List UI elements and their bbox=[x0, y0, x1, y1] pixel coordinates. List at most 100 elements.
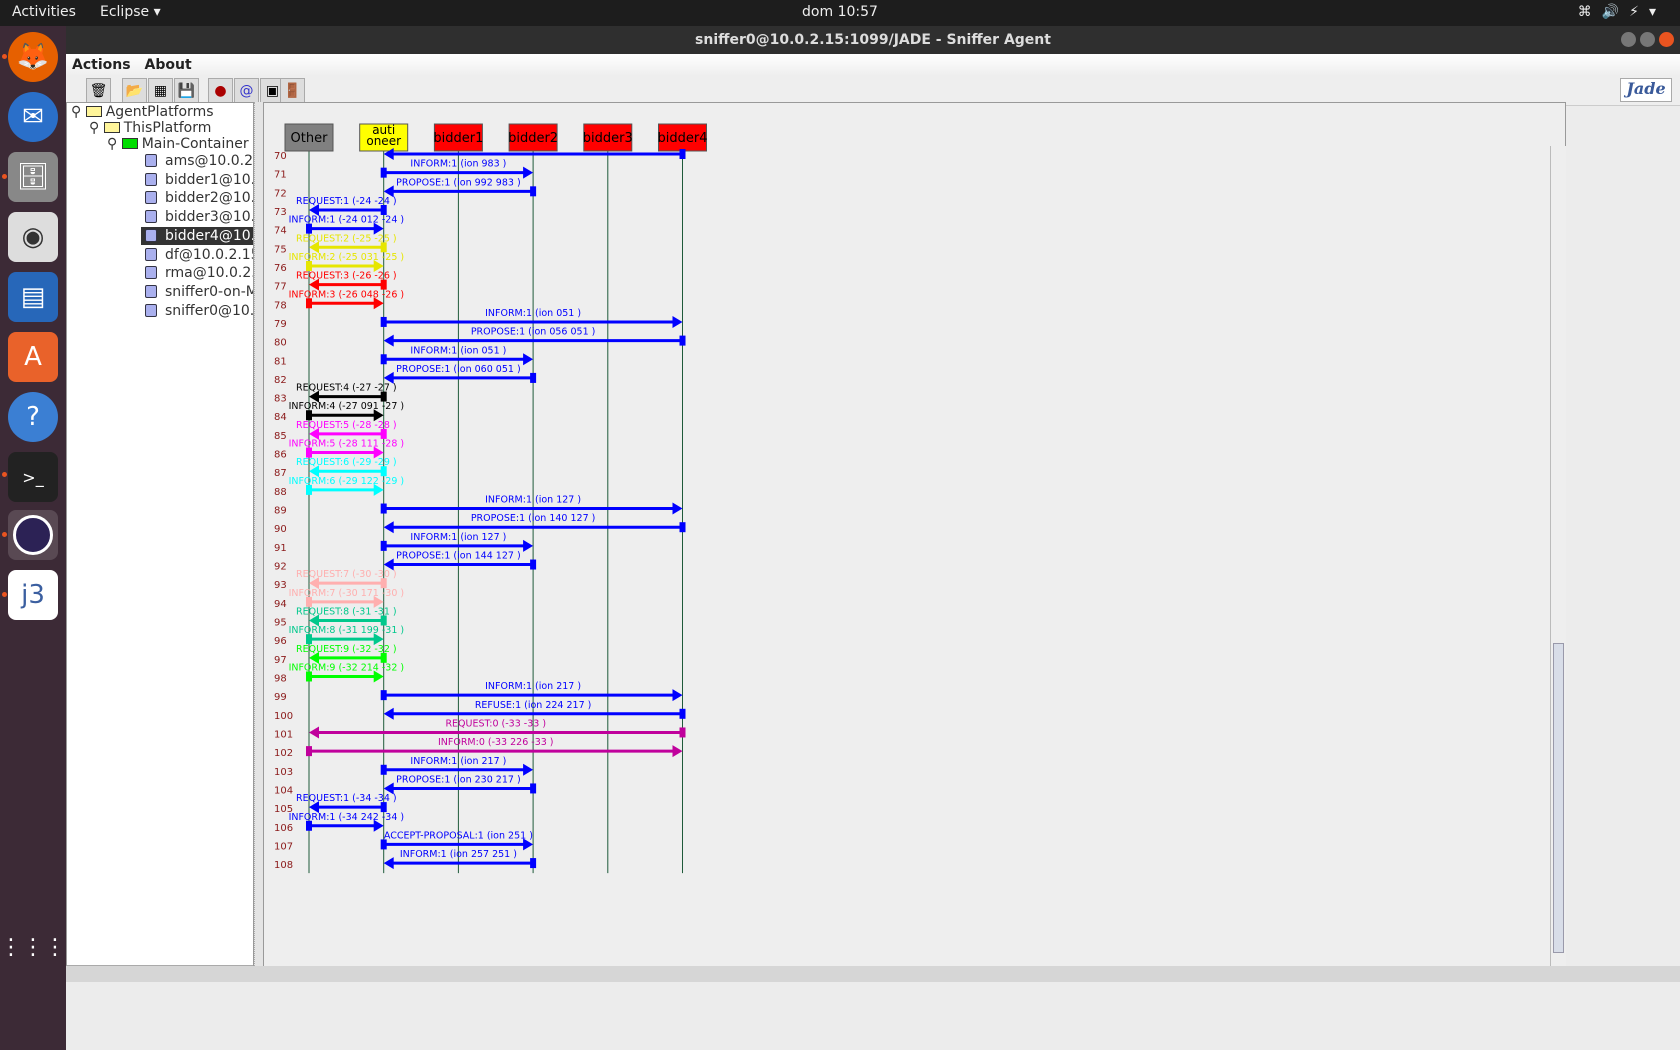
help-icon[interactable]: ? bbox=[8, 392, 58, 442]
message-label[interactable]: INFORM:7 (-30 171 -30 ) bbox=[289, 588, 405, 599]
app-menu[interactable]: Eclipse ▾ bbox=[100, 4, 161, 20]
rhythmbox-icon[interactable]: ◉ bbox=[8, 212, 58, 262]
show-apps-icon[interactable]: ⋮⋮⋮ bbox=[0, 922, 66, 972]
minimize-button[interactable] bbox=[1621, 32, 1636, 47]
software-icon[interactable]: A bbox=[8, 332, 58, 382]
clear-canvas-icon[interactable]: 🗑 bbox=[86, 78, 111, 103]
message-label[interactable]: INFORM:3 (-26 048 -26 ) bbox=[289, 289, 405, 300]
arrowhead-icon bbox=[383, 857, 394, 870]
message-label[interactable]: INFORM:1 (ion 257 251 ) bbox=[400, 849, 517, 860]
message-label[interactable]: INFORM:1 (-24 012 -24 ) bbox=[289, 215, 405, 226]
save-icon[interactable]: 💾 bbox=[174, 78, 199, 103]
arrowhead-icon bbox=[672, 689, 683, 702]
message-number: 88 bbox=[274, 487, 287, 498]
message-label[interactable]: INFORM:1 (ion 983 ) bbox=[410, 159, 506, 170]
message-number: 95 bbox=[274, 618, 287, 629]
message-label[interactable]: INFORM:1 (ion 217 ) bbox=[410, 756, 506, 767]
message-label[interactable]: PROPOSE:1 (ion 060 051 ) bbox=[396, 364, 521, 375]
tree-agent-item[interactable]: bidder4@10.0 bbox=[141, 226, 253, 245]
firefox-icon[interactable]: 🦊 bbox=[8, 32, 58, 82]
message-label[interactable]: INFORM:0 (-33 226 -33 ) bbox=[438, 737, 554, 748]
activities-button[interactable]: Activities bbox=[12, 4, 76, 20]
writer-icon[interactable]: ▤ bbox=[8, 272, 58, 322]
message-label[interactable]: INFORM:4 (-27 091 -27 ) bbox=[289, 401, 405, 412]
message-sender-mark bbox=[530, 559, 537, 570]
write-messages-icon[interactable]: ▦ bbox=[148, 78, 173, 103]
thunderbird-icon[interactable]: ✉ bbox=[8, 92, 58, 142]
tree-node-container[interactable]: ⚲ Main-Container bbox=[107, 135, 249, 153]
message-label[interactable]: REQUEST:3 (-26 -26 ) bbox=[296, 271, 397, 282]
message-number: 108 bbox=[274, 860, 293, 871]
message-label[interactable]: INFORM:1 (ion 051 ) bbox=[485, 308, 581, 319]
message-number: 71 bbox=[274, 170, 287, 181]
message-label[interactable]: PROPOSE:1 (ion 056 051 ) bbox=[471, 327, 596, 338]
message-label[interactable]: INFORM:8 (-31 199 -31 ) bbox=[289, 625, 405, 636]
message-label[interactable]: REFUSE:1 (ion 224 217 ) bbox=[475, 700, 592, 711]
message-label[interactable]: PROPOSE:1 (ion 144 127 ) bbox=[396, 551, 521, 562]
message-label[interactable]: REQUEST:9 (-32 -32 ) bbox=[296, 644, 397, 655]
message-label[interactable]: INFORM:1 (-34 242 -34 ) bbox=[289, 812, 405, 823]
tree-agent-item[interactable]: ams@10.0.2.1 bbox=[141, 152, 253, 170]
top-bar: Activities Eclipse ▾ dom 10:57 ⌘🔊⚡▾ bbox=[0, 0, 1680, 26]
do-not-sniff-icon[interactable]: @ bbox=[234, 78, 259, 103]
message-label[interactable]: REQUEST:0 (-33 -33 ) bbox=[445, 718, 546, 729]
message-label[interactable]: PROPOSE:1 (ion 230 217 ) bbox=[396, 774, 521, 785]
message-label[interactable]: INFORM:1 (ion 051 ) bbox=[410, 345, 506, 356]
close-button[interactable] bbox=[1659, 32, 1674, 47]
message-label[interactable]: PROPOSE:1 (ion 992 983 ) bbox=[396, 177, 521, 188]
diagram-vertical-scrollbar[interactable] bbox=[1550, 146, 1566, 980]
message-label[interactable]: INFORM:1 (ion 217 ) bbox=[485, 681, 581, 692]
exit-icon[interactable]: 🚪 bbox=[280, 78, 305, 103]
clock[interactable]: dom 10:57 bbox=[0, 4, 1680, 20]
arrowhead-icon bbox=[383, 521, 394, 534]
system-tray-icons[interactable]: ⌘🔊⚡▾ bbox=[1578, 4, 1666, 20]
maximize-button[interactable] bbox=[1640, 32, 1655, 47]
message-label[interactable]: ACCEPT-PROPOSAL:1 (ion 251 ) bbox=[384, 830, 533, 841]
menu-actions[interactable]: Actions bbox=[72, 57, 131, 73]
tree-agent-item[interactable]: sniffer0@10.0 bbox=[141, 302, 253, 320]
terminal-icon[interactable]: >_ bbox=[8, 452, 58, 502]
message-label[interactable]: REQUEST:4 (-27 -27 ) bbox=[296, 383, 397, 394]
message-label[interactable]: PROPOSE:1 (ion 140 127 ) bbox=[471, 513, 596, 524]
tree-agent-item[interactable]: rma@10.0.2.1 bbox=[141, 264, 253, 282]
eclipse-icon[interactable] bbox=[8, 510, 58, 560]
message-label[interactable]: REQUEST:7 (-30 -30 ) bbox=[296, 569, 397, 580]
arrowhead-icon bbox=[383, 334, 394, 347]
message-label[interactable]: REQUEST:1 (-24 -24 ) bbox=[296, 196, 397, 207]
agent-icon bbox=[145, 228, 157, 242]
message-label[interactable]: REQUEST:5 (-28 -28 ) bbox=[296, 420, 397, 431]
splitter[interactable] bbox=[254, 102, 263, 982]
message-label[interactable]: REQUEST:6 (-29 -29 ) bbox=[296, 457, 397, 468]
agent-icon bbox=[145, 191, 157, 205]
agent-name: oneer bbox=[366, 134, 401, 148]
arrowhead-icon bbox=[523, 763, 534, 776]
message-label[interactable]: INFORM:9 (-32 214 -32 ) bbox=[289, 662, 405, 673]
files-icon[interactable]: 🗄 bbox=[8, 152, 58, 202]
menu-about[interactable]: About bbox=[145, 57, 192, 73]
message-sender-mark bbox=[380, 764, 387, 775]
message-label[interactable]: INFORM:6 (-29 122 -29 ) bbox=[289, 476, 405, 487]
message-label[interactable]: REQUEST:8 (-31 -31 ) bbox=[296, 607, 397, 618]
message-label[interactable]: INFORM:5 (-28 111 -28 ) bbox=[289, 439, 405, 450]
message-sender-mark bbox=[530, 783, 537, 794]
jade-icon[interactable]: j3 bbox=[8, 570, 58, 620]
message-label[interactable]: INFORM:2 (-25 031 -25 ) bbox=[289, 252, 405, 263]
message-sender-mark bbox=[380, 167, 387, 178]
message-number: 77 bbox=[274, 282, 287, 293]
message-label[interactable]: INFORM:1 (ion 127 ) bbox=[485, 495, 581, 506]
tree-agent-item[interactable]: df@10.0.2.15: bbox=[141, 246, 253, 264]
tree-agent-item[interactable]: bidder2@10.0 bbox=[141, 189, 253, 207]
message-number: 85 bbox=[274, 431, 287, 442]
open-file-icon[interactable]: 📂 bbox=[122, 78, 147, 103]
message-number: 84 bbox=[274, 412, 287, 423]
message-number: 91 bbox=[274, 543, 287, 554]
status-bar bbox=[66, 966, 1680, 982]
message-label[interactable]: REQUEST:1 (-34 -34 ) bbox=[296, 793, 397, 804]
agent-name: bidder3 bbox=[583, 131, 633, 146]
do-sniff-icon[interactable]: ● bbox=[208, 78, 233, 103]
tree-agent-item[interactable]: bidder3@10.0 bbox=[141, 208, 253, 226]
tree-agent-item[interactable]: sniffer0-on-Ma bbox=[141, 283, 253, 301]
tree-agent-item[interactable]: bidder1@10.0 bbox=[141, 171, 253, 189]
message-label[interactable]: INFORM:1 (ion 127 ) bbox=[410, 532, 506, 543]
message-label[interactable]: REQUEST:2 (-25 -25 ) bbox=[296, 233, 397, 244]
